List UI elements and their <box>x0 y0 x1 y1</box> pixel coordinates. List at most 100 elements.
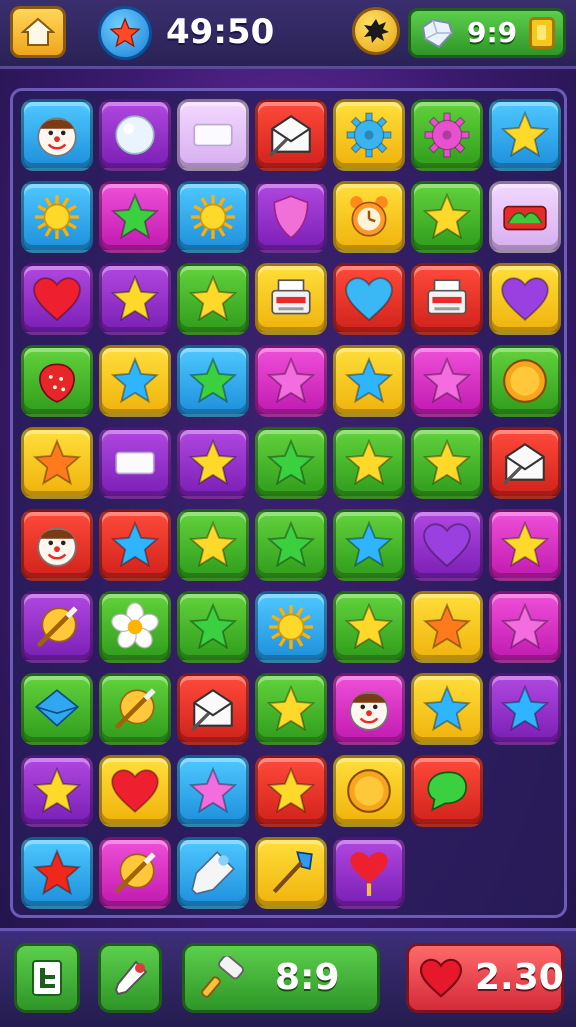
board-tile[interactable] <box>177 755 249 827</box>
board-tile[interactable] <box>99 181 171 253</box>
board-tile[interactable] <box>177 509 249 581</box>
board-tile[interactable] <box>177 99 249 171</box>
board-tile[interactable] <box>21 673 93 745</box>
blue-gem-icon <box>32 684 82 734</box>
board-tile[interactable] <box>99 591 171 663</box>
board-tile[interactable] <box>333 591 405 663</box>
envelope-icon <box>500 438 550 488</box>
board-tile[interactable] <box>333 263 405 335</box>
board-tile[interactable] <box>177 673 249 745</box>
star-blue-icon <box>344 356 394 406</box>
board-tile[interactable] <box>99 509 171 581</box>
star-yellow-icon <box>188 274 238 324</box>
level-star-button[interactable] <box>98 6 152 60</box>
board-tile[interactable] <box>333 673 405 745</box>
dropper-booster-button[interactable] <box>98 943 162 1013</box>
board-tile[interactable] <box>255 99 327 171</box>
board-tile[interactable] <box>21 345 93 417</box>
star-yellow-icon <box>32 766 82 816</box>
board-tile[interactable] <box>255 837 327 909</box>
board-tile[interactable] <box>21 591 93 663</box>
heart-icon <box>419 958 463 998</box>
home-button[interactable] <box>10 6 66 58</box>
printer-icon <box>422 274 472 324</box>
star-green-icon <box>266 520 316 570</box>
star-pink-icon <box>188 766 238 816</box>
menu-button[interactable] <box>14 943 80 1013</box>
board-tile[interactable] <box>177 591 249 663</box>
board-tile[interactable] <box>21 509 93 581</box>
board-tile[interactable] <box>21 427 93 499</box>
board-tile[interactable] <box>489 673 561 745</box>
star-icon <box>109 17 141 48</box>
lives-button[interactable]: 2.30 <box>406 943 564 1013</box>
board-tile[interactable] <box>333 509 405 581</box>
dropper-icon <box>114 960 148 996</box>
board-tile[interactable] <box>411 181 483 253</box>
board-tile[interactable] <box>255 427 327 499</box>
clown-face-icon <box>32 110 82 160</box>
board-tile[interactable] <box>255 673 327 745</box>
board-tile[interactable] <box>489 263 561 335</box>
board-tile[interactable] <box>99 673 171 745</box>
star-yellow-icon <box>422 438 472 488</box>
board-tile[interactable] <box>333 181 405 253</box>
hammer-booster-button[interactable]: 8:9 <box>182 943 380 1013</box>
board-tile[interactable] <box>255 181 327 253</box>
board-tile[interactable] <box>177 263 249 335</box>
board-tile[interactable] <box>177 345 249 417</box>
top-hud-bar: 49:50 9:9 <box>0 0 576 69</box>
board-tile[interactable] <box>21 181 93 253</box>
board-tile[interactable] <box>489 181 561 253</box>
star-blue-icon <box>110 520 160 570</box>
board-tile[interactable] <box>411 673 483 745</box>
board-tile[interactable] <box>489 427 561 499</box>
star-blue-icon <box>110 356 160 406</box>
board-tile[interactable] <box>333 755 405 827</box>
board-tile[interactable] <box>489 591 561 663</box>
board-tile[interactable] <box>21 755 93 827</box>
board-tile[interactable] <box>411 99 483 171</box>
star-orange-icon <box>32 438 82 488</box>
board-tile[interactable] <box>411 345 483 417</box>
board-tile[interactable] <box>411 591 483 663</box>
board-tile[interactable] <box>21 837 93 909</box>
board-tile[interactable] <box>99 345 171 417</box>
board-tile[interactable] <box>99 263 171 335</box>
board-tile[interactable] <box>255 591 327 663</box>
star-yellow-icon <box>422 192 472 242</box>
board-tile[interactable] <box>177 837 249 909</box>
pearl-icon <box>110 110 160 160</box>
heart-blue-icon <box>344 274 394 324</box>
board-tile[interactable] <box>177 181 249 253</box>
board-tile[interactable] <box>255 345 327 417</box>
board-tile[interactable] <box>99 755 171 827</box>
board-tile[interactable] <box>411 263 483 335</box>
board-tile[interactable] <box>333 837 405 909</box>
board-tile[interactable] <box>489 345 561 417</box>
board-tile[interactable] <box>177 427 249 499</box>
bomb-booster-button[interactable] <box>352 7 400 55</box>
board-tile[interactable] <box>411 509 483 581</box>
board-tile[interactable] <box>411 755 483 827</box>
board-tile[interactable] <box>99 99 171 171</box>
board-tile[interactable] <box>255 755 327 827</box>
board-tile[interactable] <box>21 99 93 171</box>
board-tile[interactable] <box>333 99 405 171</box>
pink-gear-icon <box>422 110 472 160</box>
star-yellow-icon <box>344 602 394 652</box>
board-tile[interactable] <box>333 427 405 499</box>
board-tile[interactable] <box>411 427 483 499</box>
board-tile[interactable] <box>489 509 561 581</box>
board-tile[interactable] <box>255 509 327 581</box>
board-tile[interactable] <box>99 427 171 499</box>
sun-icon <box>32 192 82 242</box>
heart-purple-icon <box>500 274 550 324</box>
board-tile[interactable] <box>99 837 171 909</box>
strawberry-icon <box>32 356 82 406</box>
menu-icon <box>32 960 62 996</box>
board-tile[interactable] <box>333 345 405 417</box>
board-tile[interactable] <box>21 263 93 335</box>
board-tile[interactable] <box>489 99 561 171</box>
board-tile[interactable] <box>255 263 327 335</box>
